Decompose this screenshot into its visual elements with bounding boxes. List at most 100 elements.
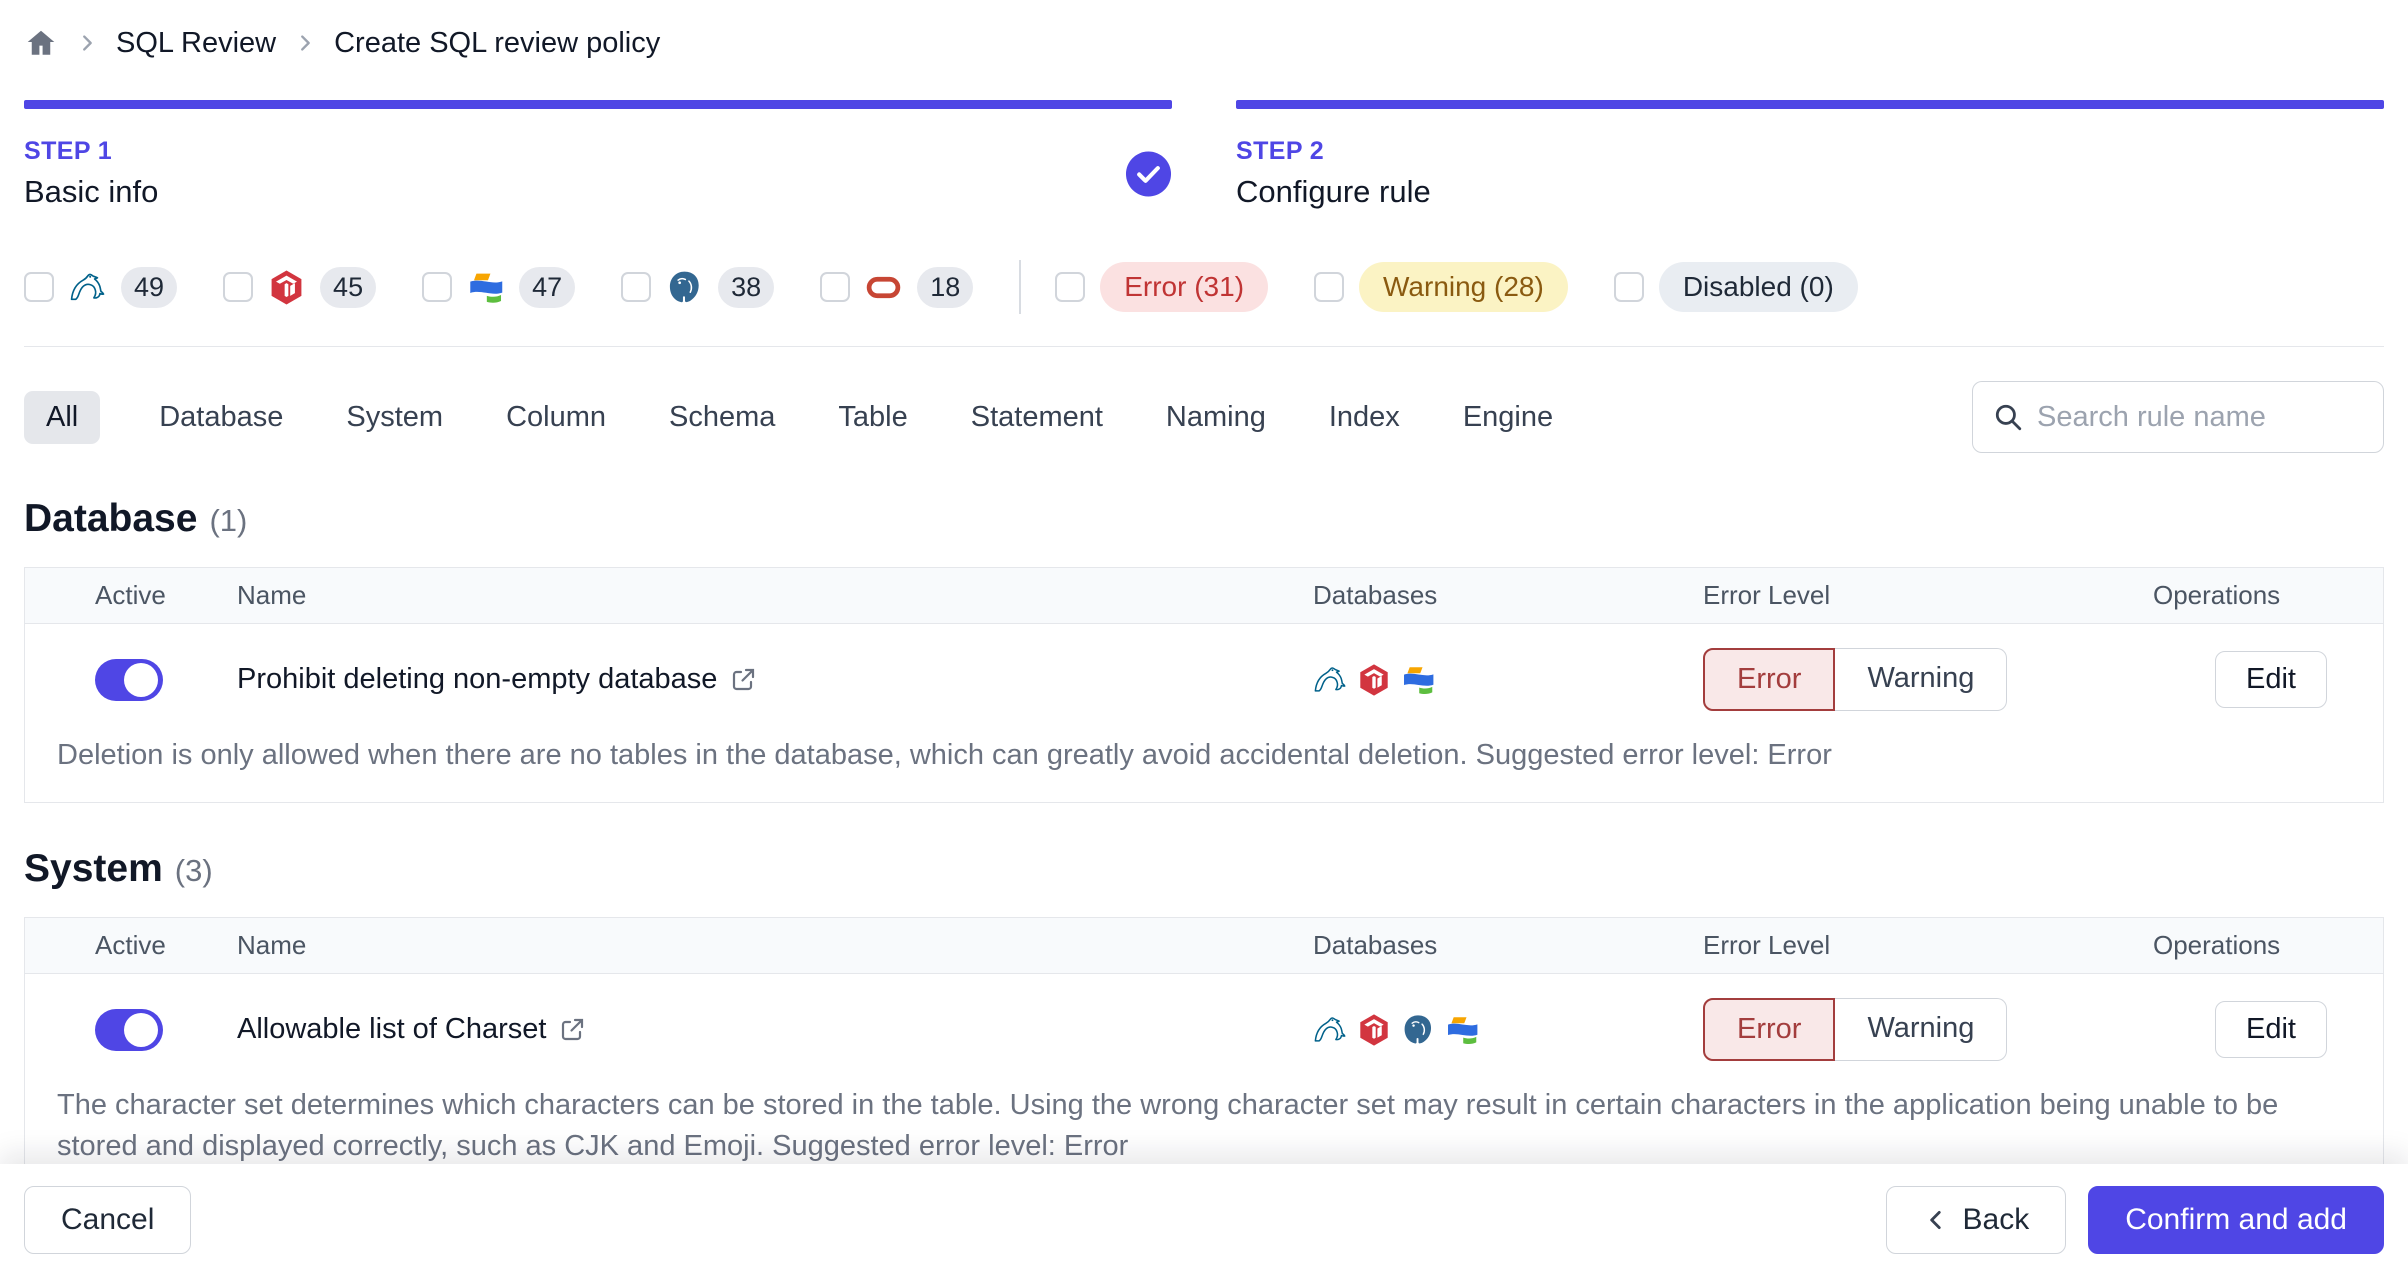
oceanbase-icon xyxy=(1445,1013,1479,1047)
rule-active-toggle[interactable] xyxy=(95,1008,163,1051)
error-filter-checkbox[interactable] xyxy=(1055,272,1086,302)
breadcrumb: SQL Review Create SQL review policy xyxy=(24,0,2384,60)
oracle-filter-checkbox[interactable] xyxy=(820,272,851,302)
mysql-icon xyxy=(69,269,106,306)
step-1-bar xyxy=(24,100,1172,109)
tidb-icon xyxy=(1357,663,1391,697)
toggle-knob xyxy=(124,1012,158,1047)
tab-table[interactable]: Table xyxy=(834,391,911,444)
level-filter-warning[interactable]: Warning (28) xyxy=(1314,262,1568,312)
tidb-filter-checkbox[interactable] xyxy=(223,272,254,302)
divider xyxy=(24,346,2384,347)
edit-button[interactable]: Edit xyxy=(2215,651,2327,708)
column-operations: Operations xyxy=(2153,580,2281,610)
oceanbase-filter-checkbox[interactable] xyxy=(422,272,453,302)
create-sql-review-policy-page: SQL Review Create SQL review policy STEP… xyxy=(0,0,2408,1276)
section-count: (3) xyxy=(174,853,213,889)
error-level-option-warning[interactable]: Warning xyxy=(1835,648,2008,711)
step-1-title: Basic info xyxy=(24,174,159,209)
action-footer: Cancel Back Confirm and add xyxy=(0,1164,2408,1276)
engine-filter-oceanbase[interactable]: 47 xyxy=(422,266,576,308)
column-active: Active xyxy=(95,930,166,961)
toggle-knob xyxy=(124,662,158,697)
back-button[interactable]: Back xyxy=(1885,1186,2067,1254)
section-count: (1) xyxy=(209,503,248,538)
back-label: Back xyxy=(1962,1203,2030,1236)
filter-bar: 49 45 47 38 18 Error (31) Warning (28) D… xyxy=(24,260,2384,314)
home-icon[interactable] xyxy=(24,26,58,60)
tab-system[interactable]: System xyxy=(342,391,447,444)
column-error-level: Error Level xyxy=(1703,930,1831,961)
chevron-right-icon xyxy=(294,32,316,54)
rule-active-toggle[interactable] xyxy=(95,658,163,701)
rule-name-text: Allowable list of Charset xyxy=(237,1013,547,1046)
level-filter-error[interactable]: Error (31) xyxy=(1055,262,1269,312)
engine-filter-oracle[interactable]: 18 xyxy=(820,266,974,308)
tidb-icon xyxy=(1357,1013,1391,1047)
search-input[interactable] xyxy=(2037,400,2363,434)
warning-filter-checkbox[interactable] xyxy=(1314,272,1345,302)
edit-button[interactable]: Edit xyxy=(2215,1001,2327,1059)
column-databases: Databases xyxy=(1313,580,1438,610)
engine-filter-tidb[interactable]: 45 xyxy=(223,266,377,308)
filter-divider xyxy=(1019,260,1022,314)
error-level-toggle-group: Error Warning xyxy=(1703,648,2153,711)
database-rules-table: Active Name Databases Error Level Operat… xyxy=(24,567,2384,804)
rule-engines xyxy=(1313,663,1703,697)
external-link-icon[interactable] xyxy=(729,666,757,694)
confirm-and-add-button[interactable]: Confirm and add xyxy=(2088,1186,2384,1254)
tab-index[interactable]: Index xyxy=(1325,391,1404,444)
rule-description: Deletion is only allowed when there are … xyxy=(57,739,1832,771)
rule-name-link[interactable]: Prohibit deleting non-empty database xyxy=(237,663,1313,696)
search-box xyxy=(1972,381,2384,453)
tab-statement[interactable]: Statement xyxy=(967,391,1107,444)
section-title: Database xyxy=(24,497,198,540)
error-level-option-error[interactable]: Error xyxy=(1703,998,1836,1062)
engine-filter-postgresql[interactable]: 38 xyxy=(621,266,775,308)
postgresql-icon xyxy=(1401,1013,1435,1047)
category-tabs: All Database System Column Schema Table … xyxy=(24,381,2384,453)
column-error-level: Error Level xyxy=(1703,580,1831,610)
column-operations: Operations xyxy=(2153,930,2281,961)
step-2-label: STEP 2 xyxy=(1236,137,1325,165)
oceanbase-icon xyxy=(467,269,504,306)
tab-engine[interactable]: Engine xyxy=(1459,391,1557,444)
mysql-count-badge: 49 xyxy=(121,266,178,308)
breadcrumb-current-page: Create SQL review policy xyxy=(334,26,661,59)
rule-name-link[interactable]: Allowable list of Charset xyxy=(237,1013,1313,1046)
error-count-pill: Error (31) xyxy=(1100,262,1269,312)
step-2-title: Configure rule xyxy=(1236,174,1431,209)
error-level-option-error[interactable]: Error xyxy=(1703,648,1836,711)
tab-schema[interactable]: Schema xyxy=(665,391,779,444)
step-complete-check-icon xyxy=(1125,150,1172,197)
tidb-icon xyxy=(268,269,305,306)
rule-engines xyxy=(1313,1013,1703,1047)
external-link-icon[interactable] xyxy=(558,1016,586,1044)
chevron-right-icon xyxy=(76,32,98,54)
postgresql-icon xyxy=(666,269,703,306)
error-level-option-warning[interactable]: Warning xyxy=(1835,998,2008,1062)
cancel-button[interactable]: Cancel xyxy=(24,1186,192,1254)
system-rules-table: Active Name Databases Error Level Operat… xyxy=(24,917,2384,1195)
table-row: Prohibit deleting non-empty database Err… xyxy=(25,624,2383,735)
table-row: Allowable list of Charset Error Warning … xyxy=(25,974,2383,1085)
disabled-filter-checkbox[interactable] xyxy=(1613,272,1644,302)
oceanbase-icon xyxy=(1401,663,1435,697)
level-filter-disabled[interactable]: Disabled (0) xyxy=(1613,262,1858,312)
column-databases: Databases xyxy=(1313,930,1438,961)
step-1: STEP 1 Basic info xyxy=(24,100,1172,210)
tab-all[interactable]: All xyxy=(24,390,101,444)
section-database-heading: Database (1) xyxy=(24,497,2384,541)
postgresql-filter-checkbox[interactable] xyxy=(621,272,652,302)
column-active: Active xyxy=(95,580,166,610)
step-progress: STEP 1 Basic info STEP 2 Configure rule xyxy=(24,100,2384,210)
search-icon xyxy=(1993,402,2023,432)
mysql-filter-checkbox[interactable] xyxy=(24,272,54,302)
tab-column[interactable]: Column xyxy=(502,391,610,444)
engine-filter-mysql[interactable]: 49 xyxy=(24,266,178,308)
tab-database[interactable]: Database xyxy=(155,391,287,444)
breadcrumb-sql-review[interactable]: SQL Review xyxy=(116,27,276,60)
disabled-count-pill: Disabled (0) xyxy=(1658,262,1858,312)
tab-naming[interactable]: Naming xyxy=(1162,391,1270,444)
column-name: Name xyxy=(237,580,307,610)
